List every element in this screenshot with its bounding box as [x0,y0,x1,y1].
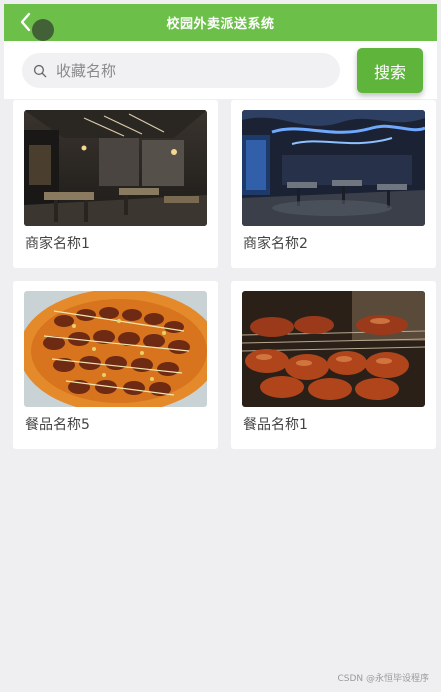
food-image [24,291,207,407]
search-bar: 搜索 [4,41,437,99]
search-icon [33,64,47,77]
search-box[interactable] [22,53,340,88]
restaurant-image [242,110,425,226]
restaurant-image [24,110,207,226]
watermark: CSDN @永恒毕设程序 [337,674,429,684]
favorite-card[interactable]: 商家名称2 [231,100,436,268]
search-input[interactable] [54,60,318,81]
favorite-name: 商家名称2 [243,236,308,252]
favorite-card[interactable]: 商家名称1 [13,100,218,268]
food-image [242,291,425,407]
touch-indicator [32,19,54,41]
page-title: 校园外卖派送系统 [166,17,275,32]
favorite-name: 商家名称1 [25,236,90,252]
favorite-card[interactable]: 餐品名称1 [231,281,436,449]
search-button[interactable]: 搜索 [357,48,423,93]
favorite-name: 餐品名称1 [243,417,308,433]
favorite-card[interactable]: 餐品名称5 [13,281,218,449]
favorite-name: 餐品名称5 [25,417,90,433]
app-header: 校园外卖派送系统 [4,4,437,41]
